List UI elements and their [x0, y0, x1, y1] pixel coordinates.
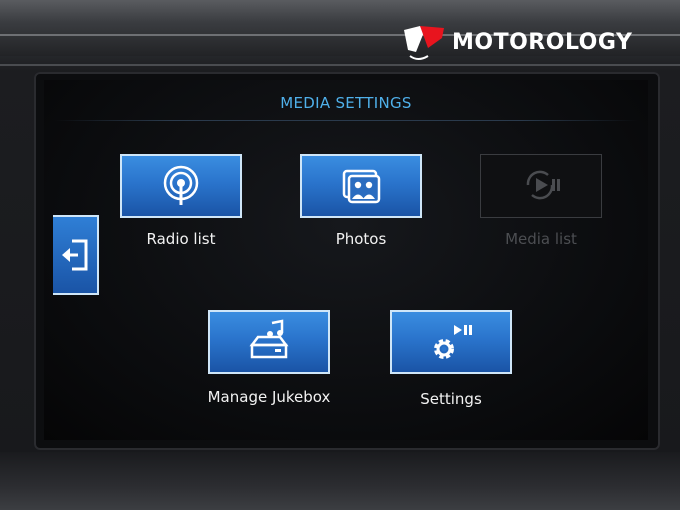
- title-divider: [54, 120, 638, 121]
- gear-play-pause-icon: [434, 325, 472, 359]
- radio-list-button[interactable]: [120, 154, 242, 218]
- jukebox-drive-icon: [249, 319, 289, 359]
- media-list-label: Media list: [505, 230, 577, 248]
- infotainment-screen: MEDIA SETTINGS Radio list Photos Media l…: [44, 80, 648, 440]
- radio-antenna-icon: [163, 165, 199, 205]
- radio-list-label: Radio list: [146, 230, 216, 248]
- back-exit-icon: [62, 239, 88, 271]
- photos-label: Photos: [335, 230, 387, 248]
- media-list-button[interactable]: [480, 154, 602, 218]
- settings-button[interactable]: [390, 310, 512, 374]
- media-playback-icon: [526, 170, 560, 200]
- brand-name: MOTOROLOGY: [452, 29, 633, 55]
- bezel-trim-line: [0, 64, 680, 66]
- photos-button[interactable]: [300, 154, 422, 218]
- brand-watermark: MOTOROLOGY: [398, 22, 632, 62]
- page-title: MEDIA SETTINGS: [280, 94, 412, 112]
- motorology-logo: [404, 26, 444, 60]
- settings-label: Settings: [420, 390, 482, 408]
- back-button[interactable]: [53, 215, 99, 295]
- dashboard-bezel-bottom: [0, 452, 680, 510]
- photos-icon: [342, 169, 381, 204]
- manage-jukebox-button[interactable]: [208, 310, 330, 374]
- manage-jukebox-label: Manage Jukebox: [207, 388, 331, 406]
